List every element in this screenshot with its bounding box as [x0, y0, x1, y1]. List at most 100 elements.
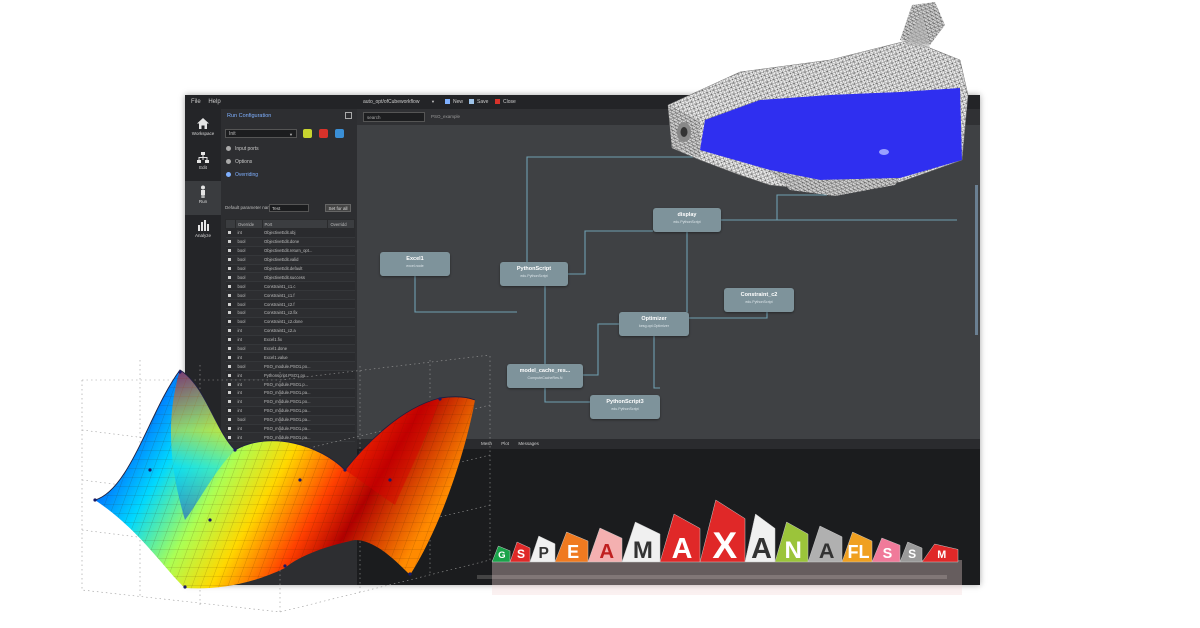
- save-configuration-button[interactable]: [335, 129, 344, 138]
- row-checkbox[interactable]: [225, 255, 236, 265]
- tab-workflow[interactable]: auto_opt/ofCubeworkflow: [363, 95, 419, 109]
- workflow-node[interactable]: model_cache_res... ComputeCacheRes.N: [507, 364, 583, 388]
- table-row[interactable]: bool Constraint1_c1.f: [225, 290, 355, 301]
- workflow-node[interactable]: Optimizer kesg.opt.Optimizer: [619, 312, 689, 336]
- row-checkbox[interactable]: [225, 379, 236, 390]
- table-row[interactable]: int PSO_module.PSO1.po...: [225, 397, 355, 407]
- workflow-node[interactable]: PythonScript3 edu.PythonScript: [590, 395, 660, 419]
- table-row[interactable]: int Excel1.fix: [225, 335, 355, 345]
- row-checkbox[interactable]: [225, 272, 236, 283]
- option-input-ports[interactable]: Input ports: [226, 146, 259, 152]
- table-row[interactable]: int Constraint1_c2.a: [225, 326, 355, 336]
- row-type: bool: [235, 299, 262, 310]
- row-checkbox[interactable]: [225, 397, 236, 407]
- table-row[interactable]: bool ObjectiveEdit.done: [225, 237, 355, 247]
- tab-mesh[interactable]: Mesh: [481, 441, 492, 446]
- row-checkbox[interactable]: [225, 388, 236, 398]
- row-checkbox[interactable]: [225, 308, 236, 318]
- row-checkbox[interactable]: [225, 237, 236, 247]
- table-row[interactable]: bool ObjectiveEdit.success: [225, 272, 355, 283]
- nav-edit-label: Edit: [199, 165, 207, 170]
- canvas-vertical-scrollbar[interactable]: [975, 185, 978, 335]
- table-row[interactable]: bool ObjectiveEdit.default: [225, 264, 355, 274]
- table-row[interactable]: bool ObjectiveEdit.valid: [225, 255, 355, 265]
- row-overridden: [327, 317, 355, 327]
- configuration-select-value: Init: [229, 131, 236, 137]
- chevron-down-icon[interactable]: ▼: [431, 95, 435, 109]
- row-checkbox[interactable]: [225, 228, 236, 238]
- new-button[interactable]: New: [445, 95, 463, 109]
- set-for-all-button[interactable]: Set for all: [325, 204, 351, 212]
- panel-pin-icon[interactable]: [345, 112, 352, 119]
- table-row[interactable]: int Excel1.value: [225, 352, 355, 363]
- row-checkbox[interactable]: [225, 344, 236, 354]
- table-row[interactable]: int ObjectiveEdit.obj: [225, 228, 355, 238]
- add-configuration-button[interactable]: [303, 129, 312, 138]
- workflow-node[interactable]: Constraint_c2 edu.PythonScript: [724, 288, 794, 312]
- row-checkbox[interactable]: [225, 281, 236, 292]
- workflow-canvas[interactable]: Excel1 excel.node PythonScript edu.PythonSc…: [357, 125, 980, 439]
- row-port: PSO_module.PSO1.pa...: [262, 432, 328, 443]
- table-row[interactable]: bool Constraint1_c2.f: [225, 299, 355, 310]
- close-button[interactable]: Close: [495, 95, 516, 109]
- option-overriding[interactable]: Overriding: [226, 172, 258, 178]
- tab-messages[interactable]: Messages: [518, 441, 539, 446]
- search-input[interactable]: search: [363, 112, 425, 122]
- row-port: ObjectiveEdit.valid: [262, 255, 328, 265]
- row-port: PSO_module.PSO1.pa...: [262, 388, 328, 398]
- row-checkbox[interactable]: [225, 406, 236, 416]
- workflow-node[interactable]: PythonScript edu.PythonScript: [500, 262, 568, 286]
- node-title: Excel1: [406, 256, 424, 262]
- workflow-links: [414, 156, 957, 403]
- menu-file[interactable]: File: [191, 99, 201, 105]
- row-checkbox[interactable]: [225, 326, 236, 336]
- default-parameter-input[interactable]: Test: [269, 204, 309, 212]
- menu-help[interactable]: Help: [208, 99, 220, 105]
- col-overridden[interactable]: Overridd: [327, 219, 355, 229]
- table-row[interactable]: int PSO_module.PSO1.pa...: [225, 432, 355, 443]
- table-row[interactable]: int PSO_module.PSO1.pa...: [225, 424, 355, 434]
- table-row[interactable]: bool Excel1.done: [225, 344, 355, 354]
- row-checkbox[interactable]: [225, 424, 236, 434]
- workflow-node[interactable]: Excel1 excel.node: [380, 252, 450, 276]
- table-row[interactable]: bool ObjectiveEdit.return_opt...: [225, 246, 355, 256]
- node-title: display: [677, 212, 697, 218]
- table-row[interactable]: int PSO_module.PSO1.pa...: [225, 388, 355, 398]
- nav-analyze-button[interactable]: Analyze: [185, 215, 221, 249]
- row-checkbox[interactable]: [225, 317, 236, 327]
- workflow-node[interactable]: display edu.PythonScript: [653, 208, 721, 232]
- row-checkbox[interactable]: [225, 432, 236, 443]
- nav-workspace-button[interactable]: Workspace: [185, 113, 221, 147]
- editor-tab-bar: auto_opt/ofCubeworkflow ▼ New Save Close: [357, 95, 980, 109]
- configuration-select[interactable]: Init ▼: [225, 129, 297, 138]
- table-row[interactable]: bool Constraint1_c2.fix: [225, 308, 355, 318]
- row-checkbox[interactable]: [225, 299, 236, 310]
- table-row[interactable]: int PSO_module.PSO1.pa...: [225, 406, 355, 416]
- table-row[interactable]: int Pythonscript.PSO1.po...: [225, 370, 355, 381]
- row-checkbox[interactable]: [225, 352, 236, 363]
- row-checkbox[interactable]: [225, 264, 236, 274]
- nav-edit-button[interactable]: Edit: [185, 147, 221, 181]
- save-button[interactable]: Save: [469, 95, 488, 109]
- row-checkbox[interactable]: [225, 370, 236, 381]
- row-type: bool: [235, 290, 262, 301]
- col-port[interactable]: Port: [261, 219, 329, 229]
- row-checkbox[interactable]: [225, 415, 236, 425]
- tab-plot[interactable]: Plot: [501, 441, 509, 446]
- row-checkbox[interactable]: [225, 246, 236, 256]
- table-row[interactable]: bool Constraint1_c2.done: [225, 317, 355, 327]
- row-port: PSO_module.PSO1.pa...: [262, 415, 328, 425]
- option-options[interactable]: Options: [226, 159, 252, 165]
- row-checkbox[interactable]: [225, 361, 236, 372]
- row-checkbox[interactable]: [225, 290, 236, 301]
- table-row[interactable]: bool PSO_module.PSO1.pa...: [225, 415, 355, 425]
- row-checkbox[interactable]: [225, 335, 236, 345]
- nav-run-button[interactable]: Run: [185, 181, 221, 215]
- table-row[interactable]: bool PSO_module.PSO1.po...: [225, 361, 355, 372]
- table-row[interactable]: int PSO_module.PSO1.p...: [225, 379, 355, 390]
- row-overridden: [327, 344, 355, 354]
- table-row[interactable]: bool Constraint1_c1.c: [225, 281, 355, 292]
- output-horizontal-scrollbar[interactable]: [477, 575, 947, 579]
- col-override[interactable]: Override: [235, 219, 263, 229]
- delete-configuration-button[interactable]: [319, 129, 328, 138]
